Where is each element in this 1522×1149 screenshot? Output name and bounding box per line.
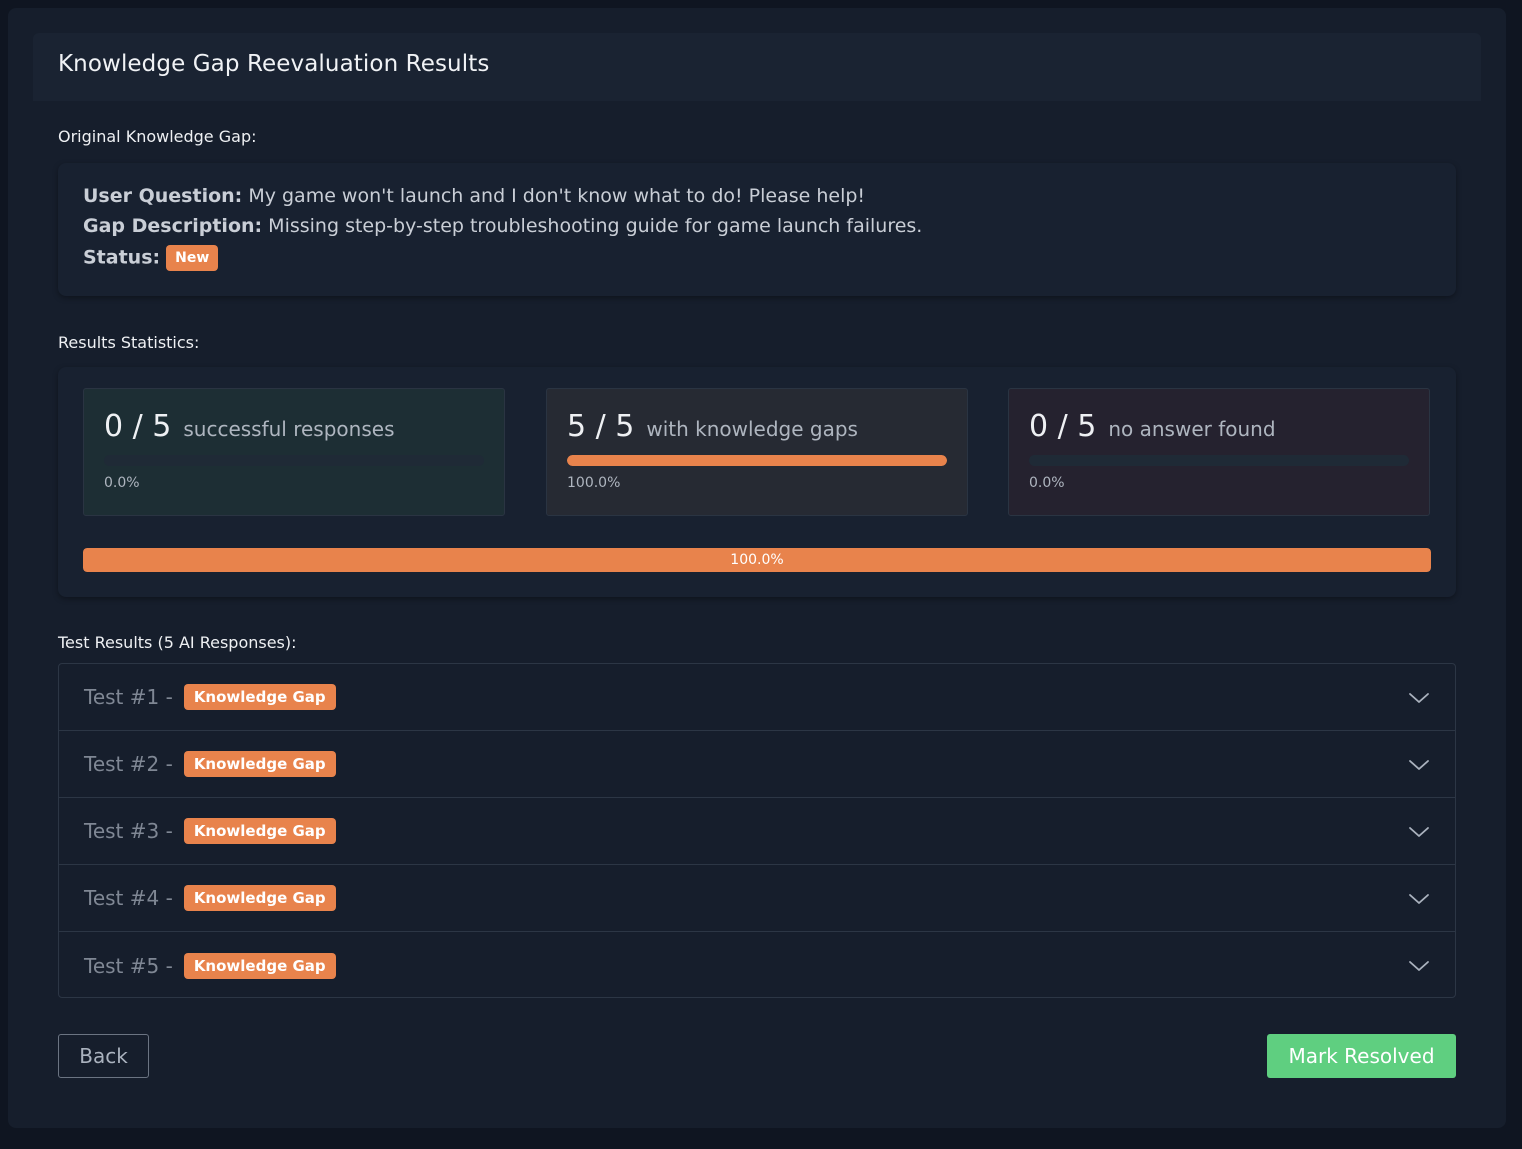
- original-gap-box: User Question: My game won't launch and …: [58, 163, 1456, 296]
- stat-count: 0 / 5: [1029, 409, 1097, 444]
- chevron-down-icon[interactable]: [1407, 887, 1431, 911]
- reevaluation-panel: Knowledge Gap Reevaluation Results Origi…: [8, 8, 1506, 1128]
- stat-description: with knowledge gaps: [646, 417, 858, 441]
- status-badge: New: [166, 245, 219, 271]
- user-question-label: User Question:: [83, 185, 243, 207]
- chevron-down-icon[interactable]: [1407, 753, 1431, 777]
- progress-track: [104, 455, 484, 466]
- status-line: Status: New: [83, 245, 219, 271]
- statistics-label: Results Statistics:: [58, 333, 200, 352]
- progress-fill: [567, 455, 947, 466]
- statistics-box: 0 / 5 successful responses 0.0% 5 / 5 with…: [58, 367, 1456, 597]
- stat-count: 5 / 5: [567, 409, 635, 444]
- breadcrumb-strip: [0, 0, 1522, 8]
- test-result-item-5[interactable]: Test #5 - Knowledge Gap: [59, 932, 1455, 997]
- test-label: Test #4 -: [84, 886, 173, 910]
- stat-description: successful responses: [183, 417, 395, 441]
- overall-progress-track: 100.0%: [83, 548, 1431, 572]
- mark-resolved-button[interactable]: Mark Resolved: [1267, 1034, 1456, 1078]
- chevron-down-icon[interactable]: [1407, 686, 1431, 710]
- stat-card-knowledge-gaps: 5 / 5 with knowledge gaps 100.0%: [546, 388, 968, 516]
- original-gap-label: Original Knowledge Gap:: [58, 127, 257, 146]
- stat-card-no-answer: 0 / 5 no answer found 0.0%: [1008, 388, 1430, 516]
- gap-description-text: Missing step-by-step troubleshooting gui…: [268, 215, 923, 237]
- status-label: Status:: [83, 246, 161, 269]
- progress-track: [1029, 455, 1409, 466]
- gap-description-line: Gap Description: Missing step-by-step tr…: [83, 215, 922, 237]
- gap-description-label: Gap Description:: [83, 215, 263, 237]
- result-badge: Knowledge Gap: [183, 952, 336, 979]
- panel-header: Knowledge Gap Reevaluation Results: [33, 33, 1481, 101]
- test-label: Test #3 -: [84, 819, 173, 843]
- result-badge: Knowledge Gap: [183, 751, 336, 777]
- test-result-item-1[interactable]: Test #1 - Knowledge Gap: [59, 664, 1455, 731]
- back-button[interactable]: Back: [58, 1034, 149, 1078]
- chevron-down-icon[interactable]: [1407, 954, 1431, 978]
- page: Knowledge Gap Reevaluation Results Origi…: [0, 0, 1522, 1149]
- stat-percent: 0.0%: [104, 475, 140, 491]
- stat-description: no answer found: [1108, 417, 1276, 441]
- test-label: Test #1 -: [84, 685, 173, 709]
- overall-progress-fill: 100.0%: [83, 548, 1431, 572]
- test-result-item-4[interactable]: Test #4 - Knowledge Gap: [59, 865, 1455, 932]
- stat-percent: 100.0%: [567, 475, 621, 491]
- stat-percent: 0.0%: [1029, 475, 1065, 491]
- test-result-item-3[interactable]: Test #3 - Knowledge Gap: [59, 798, 1455, 865]
- stat-card-successful: 0 / 5 successful responses 0.0%: [83, 388, 505, 516]
- test-label: Test #5 -: [84, 953, 173, 978]
- test-results-accordion: Test #1 - Knowledge Gap Test #2 - Knowle…: [58, 663, 1456, 998]
- test-result-item-2[interactable]: Test #2 - Knowledge Gap: [59, 731, 1455, 798]
- result-badge: Knowledge Gap: [183, 818, 336, 844]
- overall-progress-label: 100.0%: [730, 552, 784, 568]
- result-badge: Knowledge Gap: [183, 684, 336, 710]
- progress-track: [567, 455, 947, 466]
- test-results-label: Test Results (5 AI Responses):: [58, 633, 297, 652]
- stat-count: 0 / 5: [104, 409, 172, 444]
- test-label: Test #2 -: [84, 752, 173, 776]
- page-title: Knowledge Gap Reevaluation Results: [58, 51, 490, 77]
- user-question-text: My game won't launch and I don't know wh…: [248, 185, 866, 207]
- result-badge: Knowledge Gap: [183, 885, 336, 911]
- chevron-down-icon[interactable]: [1407, 820, 1431, 844]
- user-question-line: User Question: My game won't launch and …: [83, 185, 865, 207]
